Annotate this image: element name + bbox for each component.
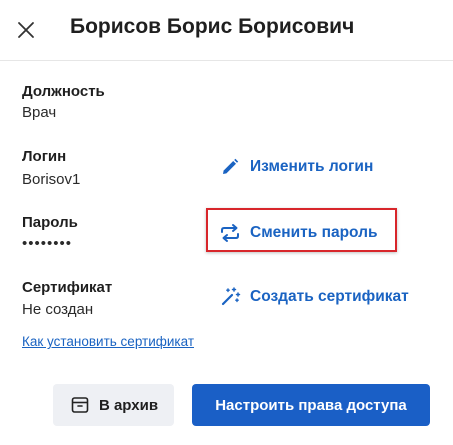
change-password-label: Сменить пароль bbox=[250, 224, 378, 241]
magic-wand-icon bbox=[219, 286, 241, 308]
pencil-icon bbox=[219, 156, 241, 178]
configure-access-label: Настроить права доступа bbox=[215, 396, 407, 414]
certificate-value: Не создан bbox=[22, 301, 94, 318]
configure-access-button[interactable]: Настроить права доступа bbox=[192, 384, 430, 426]
archive-box-icon bbox=[69, 394, 91, 416]
password-value: •••••••• bbox=[22, 235, 73, 252]
close-icon[interactable] bbox=[17, 21, 35, 39]
page-title: Борисов Борис Борисович bbox=[70, 15, 355, 38]
install-certificate-link[interactable]: Как установить сертификат bbox=[22, 334, 194, 349]
close-button[interactable] bbox=[12, 16, 40, 44]
change-login-label: Изменить логин bbox=[250, 158, 374, 175]
user-card-panel: Борисов Борис Борисович Должность Врач Л… bbox=[0, 0, 453, 445]
position-value: Врач bbox=[22, 104, 57, 121]
archive-button[interactable]: В архив bbox=[53, 384, 174, 426]
login-value: Borisov1 bbox=[22, 171, 81, 188]
password-label: Пароль bbox=[22, 214, 78, 231]
swap-arrows-icon bbox=[219, 222, 241, 244]
create-certificate-label: Создать сертификат bbox=[250, 288, 409, 305]
certificate-label: Сертификат bbox=[22, 279, 113, 296]
position-label: Должность bbox=[22, 83, 105, 100]
change-password-button[interactable]: Сменить пароль bbox=[219, 222, 378, 244]
login-label: Логин bbox=[22, 148, 67, 165]
archive-button-label: В архив bbox=[98, 396, 159, 414]
create-certificate-button[interactable]: Создать сертификат bbox=[219, 286, 409, 308]
panel-header: Борисов Борис Борисович bbox=[0, 0, 453, 60]
header-divider bbox=[0, 60, 453, 61]
change-login-button[interactable]: Изменить логин bbox=[219, 156, 373, 178]
